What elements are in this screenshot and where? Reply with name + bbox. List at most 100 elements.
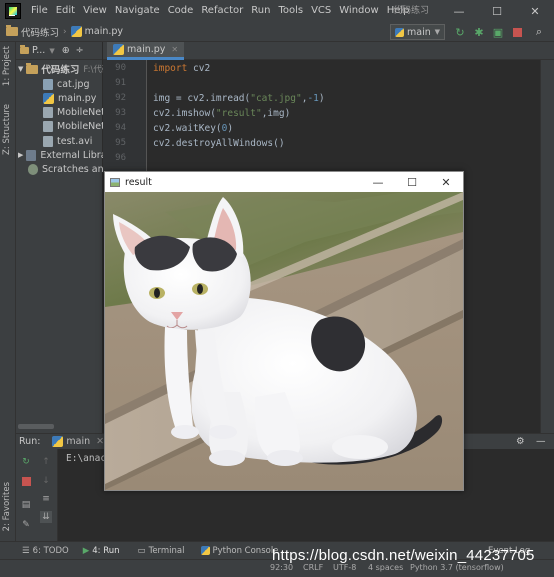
layout-button[interactable]: ▤ (20, 499, 32, 511)
search-everywhere-button[interactable]: ⌕ (532, 25, 546, 39)
menu-code[interactable]: Code (164, 0, 198, 22)
tab-terminal[interactable]: ▭ Terminal (138, 546, 185, 556)
code-editor[interactable]: import cv2 img = cv2.imread("cat.jpg",-1… (148, 60, 554, 173)
run-tab-main[interactable]: main (66, 436, 90, 447)
soft-wrap-button[interactable]: ≡ (40, 493, 52, 505)
python-file-icon (43, 92, 54, 104)
tree-item-test-avi[interactable]: test.avi (43, 134, 92, 148)
rerun-button[interactable]: ↻ (20, 456, 32, 468)
python-file-icon (113, 44, 124, 55)
image-window-icon (110, 177, 120, 187)
tab-terminal-label: Terminal (148, 545, 185, 556)
code-token: cv2 (187, 63, 211, 74)
caret-position[interactable]: 92:30 (270, 563, 293, 572)
menu-refactor[interactable]: Refactor (197, 0, 247, 22)
line-number-gutter: 90 91 92 93 94 95 96 (103, 60, 147, 173)
breadcrumb-project-label: 代码练习 (21, 27, 60, 39)
breadcrumb-project[interactable]: 代码练习 (6, 25, 59, 39)
line-number: 90 (115, 63, 126, 73)
tab-python-console-label: Python Console (212, 545, 279, 556)
folder-icon (6, 25, 18, 36)
line-number: 95 (115, 138, 126, 148)
tree-item-mobilenet-1[interactable]: MobileNet (43, 105, 105, 119)
stop-icon (21, 476, 31, 486)
tab-todo-label: 6: TODO (32, 545, 69, 556)
coverage-button[interactable]: ▣ (491, 25, 505, 39)
result-close-button[interactable]: ✕ (429, 172, 463, 192)
result-minimize-button[interactable]: — (361, 172, 395, 192)
menu-view[interactable]: View (79, 0, 111, 22)
close-icon: ✕ (530, 4, 540, 18)
tree-item-main-py[interactable]: main.py (43, 91, 96, 105)
rerun-icon: ↻ (22, 457, 30, 467)
result-window-titlebar[interactable]: result — ☐ ✕ (105, 172, 463, 192)
string-literal: "result" (215, 108, 262, 119)
scroll-to-end-button[interactable]: ⇊ (40, 511, 52, 523)
tab-label: main.py (127, 44, 166, 55)
tree-external-libraries[interactable]: ▶ External Librar (18, 148, 110, 162)
arrow-up-icon: ↑ (42, 457, 50, 467)
tree-item-mobilenet-2[interactable]: MobileNet (43, 119, 105, 133)
left-tool-strip: 1: Project Z: Structure 2: Favorites (0, 42, 16, 557)
target-icon[interactable]: ⊕ (62, 45, 70, 56)
stop-button[interactable] (20, 475, 32, 487)
line-number: 94 (115, 123, 126, 133)
gear-icon[interactable]: ⚙ (516, 436, 525, 447)
menu-file[interactable]: File (27, 0, 52, 22)
line-separator[interactable]: CRLF (303, 563, 323, 572)
debug-button[interactable]: ✱ (472, 25, 486, 39)
tree-root-label: 代码练习 (41, 65, 80, 76)
tree-item-label: MobileNet (57, 106, 105, 118)
menu-edit[interactable]: Edit (52, 0, 79, 22)
scroll-up-button[interactable]: ↑ (40, 456, 52, 468)
pin-button[interactable]: ✎ (20, 519, 32, 531)
code-line-90: import cv2 (153, 63, 210, 74)
tab-run[interactable]: ▶ 4: Run (83, 546, 120, 556)
run-config-select[interactable]: main ▼ (390, 24, 445, 40)
project-view-select[interactable]: P... (32, 45, 45, 56)
tree-scratches[interactable]: Scratches and (28, 162, 110, 176)
tree-item-cat-jpg[interactable]: cat.jpg (43, 77, 90, 91)
code-token: cv2.destroyAllWindows() (153, 138, 285, 149)
close-tab-icon[interactable]: ✕ (96, 436, 104, 447)
indent-setting[interactable]: 4 spaces (368, 563, 403, 572)
menu-vcs[interactable]: VCS (307, 0, 335, 22)
tab-todo[interactable]: ☰ 6: TODO (22, 546, 69, 556)
stop-button[interactable] (510, 25, 524, 39)
console-output: E:\anac (66, 453, 107, 464)
tree-root[interactable]: ▼ 代码练习 F:\代码 (18, 62, 110, 76)
maximize-button[interactable]: ☐ (478, 0, 516, 22)
file-encoding[interactable]: UTF-8 (333, 563, 356, 572)
python-file-icon (70, 26, 82, 37)
scroll-down-button[interactable]: ↓ (40, 475, 52, 487)
tab-structure[interactable]: Z: Structure (2, 104, 12, 155)
editor-tab-bar: main.py ✕ (103, 42, 554, 60)
tab-favorites[interactable]: 2: Favorites (2, 482, 12, 531)
close-window-button[interactable]: ✕ (516, 0, 554, 22)
horizontal-scrollbar[interactable] (18, 424, 54, 429)
tree-item-label: Scratches and (42, 163, 110, 175)
tab-python-console[interactable]: Python Console (200, 545, 279, 556)
result-maximize-button[interactable]: ☐ (395, 172, 429, 192)
rerun-button[interactable]: ↻ (453, 25, 467, 39)
collapse-icon[interactable]: ÷ (76, 45, 84, 56)
python-interpreter[interactable]: Python 3.7 (tensorflow) (410, 563, 504, 572)
line-number: 92 (115, 93, 126, 103)
menu-window[interactable]: Window (335, 0, 382, 22)
breadcrumb-file[interactable]: main.py (70, 26, 123, 37)
tab-project[interactable]: 1: Project (2, 46, 12, 86)
close-tab-icon[interactable]: ✕ (171, 45, 178, 54)
project-panel-header: P... ▼ ⊕ ÷ (16, 42, 102, 60)
result-image-window[interactable]: result — ☐ ✕ (104, 171, 464, 491)
minimize-button[interactable]: — (440, 0, 478, 22)
rerun-icon: ↻ (455, 25, 465, 39)
kitten-photo (105, 192, 463, 490)
menu-navigate[interactable]: Navigate (111, 0, 164, 22)
minimize-panel-icon[interactable]: — (536, 436, 546, 447)
menu-tools[interactable]: Tools (274, 0, 307, 22)
string-literal: "cat.jpg" (250, 93, 302, 104)
kitten-photo-drawing (105, 192, 463, 490)
scratches-icon (28, 163, 38, 175)
menu-run[interactable]: Run (247, 0, 274, 22)
tab-main-py[interactable]: main.py ✕ (107, 42, 185, 60)
